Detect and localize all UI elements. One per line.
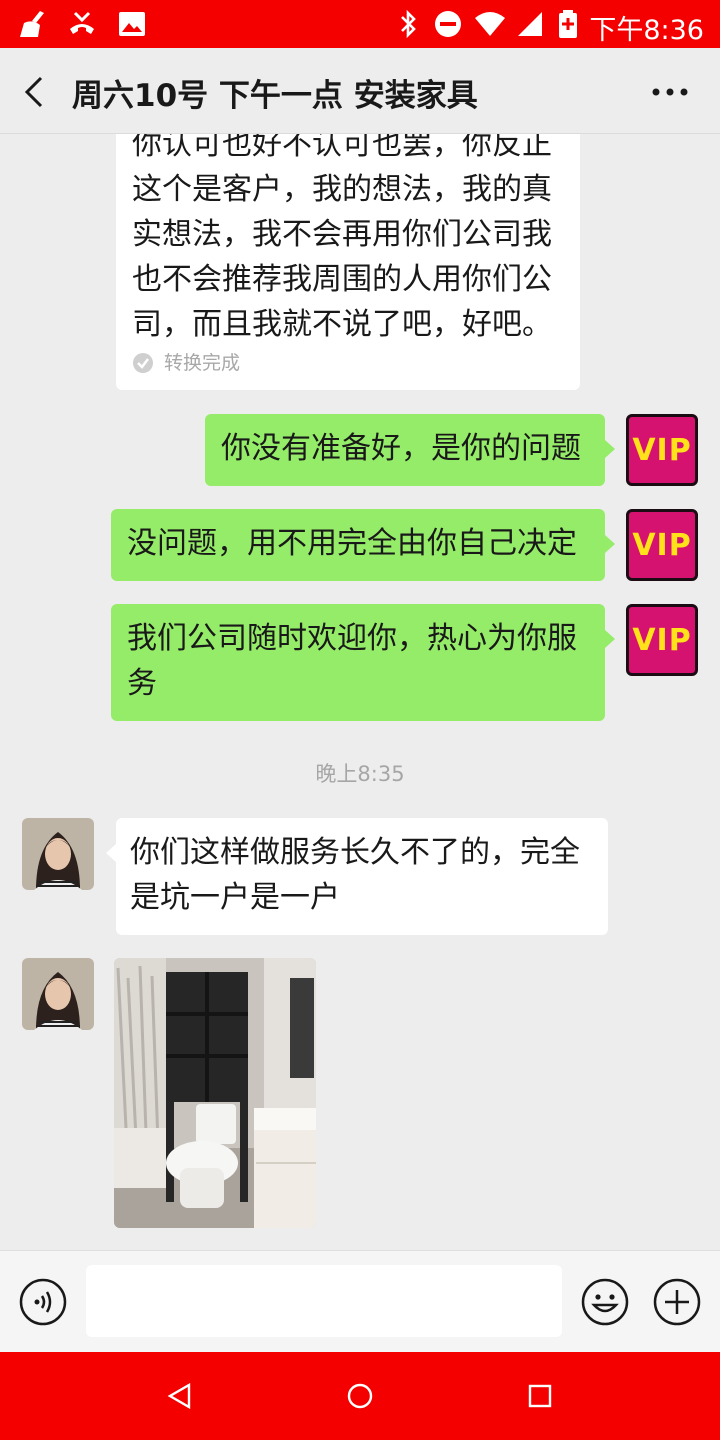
bubble-tail <box>605 535 615 553</box>
input-bar <box>0 1250 720 1352</box>
plus-circle-icon[interactable] <box>652 1277 702 1327</box>
message-text: 你没有准备好，是你的问题 <box>221 431 581 466</box>
contact-avatar[interactable] <box>22 958 94 1030</box>
signal-icon <box>518 12 542 36</box>
emoji-icon[interactable] <box>580 1277 630 1327</box>
message-input[interactable] <box>86 1265 562 1337</box>
recents-square-icon[interactable] <box>527 1383 553 1409</box>
contact-avatar[interactable] <box>22 818 94 890</box>
check-circle-icon <box>133 353 153 373</box>
avatar[interactable]: VIP <box>626 509 698 581</box>
status-bar: 下午8:36 <box>0 0 720 48</box>
message-text: 没问题，用不用完全由你自己决定 <box>127 526 577 561</box>
message-line: 你们这样做服务长久不了的，完全 <box>130 835 580 870</box>
message-line: 这个是客户，我的想法，我的真 <box>132 172 552 207</box>
incoming-message[interactable]: 你们这样做服务长久不了的，完全 是坑一户是一户 <box>116 818 608 935</box>
battery-charging-icon <box>559 10 577 38</box>
vip-badge-text: VIP <box>632 527 692 563</box>
incoming-message[interactable]: 你认可也好不认可也罢，你反正 这个是客户，我的想法，我的真 实想法，我不会再用你… <box>116 134 580 390</box>
message-line: 我们公司随时欢迎你，热心为你服 <box>127 621 577 656</box>
broom-icon <box>20 11 44 37</box>
bubble-tail <box>605 440 615 458</box>
contact-photo <box>22 818 94 890</box>
chat-title: 周六10号 下午一点 安装家具 <box>72 78 478 114</box>
message-list[interactable]: 你认可也好不认可也罢，你反正 这个是客户，我的想法，我的真 实想法，我不会再用你… <box>0 134 720 1250</box>
outgoing-message[interactable]: 我们公司随时欢迎你，热心为你服 务 <box>111 604 605 721</box>
bubble-tail <box>605 630 615 648</box>
message-line: 你认可也好不认可也罢，你反正 <box>132 134 552 162</box>
avatar[interactable]: VIP <box>626 604 698 676</box>
clock: 下午8:36 <box>589 15 704 46</box>
message-line: 务 <box>127 666 157 701</box>
transcription-status: 转换完成 <box>132 349 564 377</box>
home-circle-icon[interactable] <box>347 1383 373 1409</box>
outgoing-message[interactable]: 没问题，用不用完全由你自己决定 <box>111 509 605 581</box>
message-line: 司，而且我就不说了吧，好吧。 <box>132 307 552 342</box>
vip-badge-text: VIP <box>632 622 692 658</box>
voice-icon[interactable] <box>18 1277 68 1327</box>
message-line: 也不会推荐我周围的人用你们公 <box>132 262 552 297</box>
dnd-icon <box>435 11 461 37</box>
bluetooth-icon <box>401 9 416 39</box>
chat-header: 周六10号 下午一点 安装家具 <box>0 48 720 134</box>
missed-call-icon <box>70 11 94 34</box>
more-dots-icon[interactable] <box>650 72 690 112</box>
bathroom-photo <box>114 958 316 1228</box>
message-timestamp: 晚上8:35 <box>315 762 405 786</box>
image-message[interactable] <box>114 958 316 1228</box>
vip-badge-text: VIP <box>632 432 692 468</box>
message-line: 实想法，我不会再用你们公司我 <box>132 217 552 252</box>
image-icon <box>119 12 145 36</box>
back-chevron-icon[interactable] <box>14 72 54 112</box>
transcription-status-label: 转换完成 <box>164 352 241 374</box>
back-triangle-icon[interactable] <box>167 1383 193 1409</box>
wifi-icon <box>475 12 505 36</box>
outgoing-message[interactable]: 你没有准备好，是你的问题 <box>205 414 605 486</box>
system-nav-bar <box>0 1352 720 1440</box>
contact-photo <box>22 958 94 1030</box>
avatar[interactable]: VIP <box>626 414 698 486</box>
message-line: 是坑一户是一户 <box>130 880 340 915</box>
bubble-tail <box>106 844 116 862</box>
